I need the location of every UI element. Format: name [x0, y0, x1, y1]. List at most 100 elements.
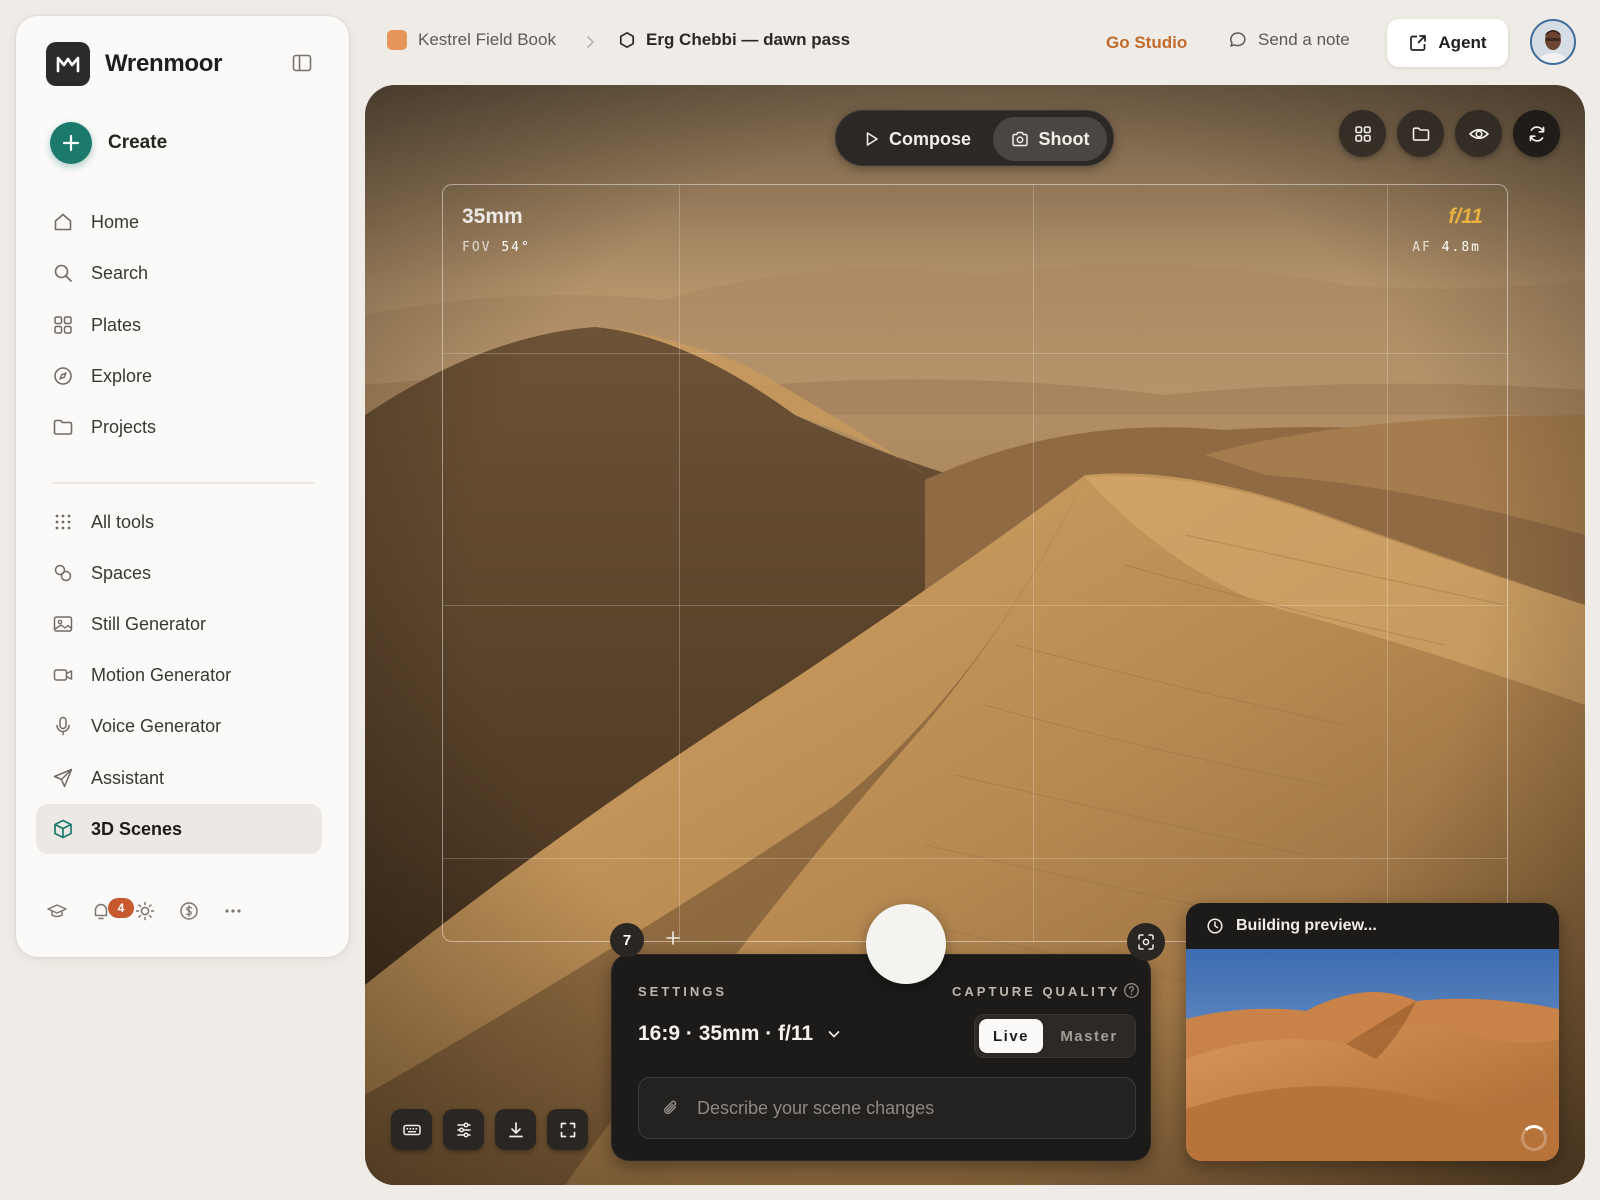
focus-target-button[interactable] — [1127, 923, 1165, 961]
grid-icon — [51, 313, 75, 337]
cube-icon — [51, 817, 75, 841]
folder-button[interactable] — [1397, 110, 1444, 157]
spaces-icon — [51, 561, 75, 585]
fullscreen-button[interactable] — [547, 1109, 588, 1150]
nav-label: Explore — [91, 365, 153, 386]
nav-label: Still Generator — [91, 613, 207, 634]
mode-toggle: Compose Shoot — [835, 110, 1114, 166]
send-note-button[interactable]: Send a note — [1228, 30, 1350, 50]
keyboard-button[interactable] — [391, 1109, 432, 1150]
nav-label: Spaces — [91, 562, 152, 583]
plus-icon — [50, 122, 92, 164]
nav-item-all-tools[interactable]: All tools — [36, 498, 322, 546]
quality-option-master[interactable]: Master — [1047, 1019, 1131, 1053]
create-label: Create — [108, 132, 168, 153]
mode-shoot[interactable]: Shoot — [993, 117, 1107, 161]
sidebar-toggle-icon[interactable] — [291, 52, 315, 76]
breadcrumb-project[interactable]: Kestrel Field Book — [387, 30, 556, 50]
nav-item-assistant[interactable]: Assistant — [36, 754, 322, 802]
nav-label: Motion Generator — [91, 664, 232, 685]
scene-viewport[interactable]: Compose Shoot 35mm FOV 54° f/11 AF 4.8m … — [365, 85, 1585, 1185]
notification-badge: 4 — [108, 898, 134, 918]
more-icon[interactable] — [220, 898, 246, 924]
shot-count-badge[interactable]: 7 — [610, 923, 644, 957]
grid-view-button[interactable] — [1339, 110, 1386, 157]
sidebar-divider — [52, 482, 314, 484]
preview-card[interactable]: Building preview... — [1186, 903, 1559, 1161]
brand[interactable]: Wrenmoor — [46, 42, 222, 86]
user-avatar[interactable] — [1530, 19, 1576, 65]
capture-quality-toggle: Live Master — [974, 1014, 1136, 1058]
send-note-label: Send a note — [1258, 30, 1350, 49]
refresh-button[interactable] — [1513, 110, 1560, 157]
nav-item-spaces[interactable]: Spaces — [36, 549, 322, 597]
image-icon — [51, 612, 75, 636]
scene-prompt-input[interactable] — [697, 1097, 1117, 1119]
brand-logo-icon — [46, 42, 90, 86]
create-button[interactable]: Create — [50, 122, 167, 164]
clock-icon — [1206, 917, 1224, 935]
learn-icon[interactable] — [44, 898, 70, 924]
chevron-down-icon — [825, 1025, 843, 1043]
dots-grid-icon — [51, 510, 75, 534]
nav-item-3d-scenes[interactable]: 3D Scenes — [36, 804, 322, 854]
folder-icon — [1411, 124, 1431, 144]
capture-quality-heading: CAPTURE QUALITY — [952, 984, 1121, 999]
breadcrumb-scene[interactable]: Erg Chebbi — dawn pass — [618, 30, 850, 50]
video-icon — [51, 663, 75, 687]
go-studio-link[interactable]: Go Studio — [1106, 33, 1187, 53]
download-button[interactable] — [495, 1109, 536, 1150]
chat-bubble-icon — [1228, 30, 1248, 50]
scene-prompt-field[interactable] — [638, 1077, 1136, 1139]
help-icon[interactable] — [1123, 982, 1140, 999]
settings-panel: SETTINGS CAPTURE QUALITY 16:9 · 35mm · f… — [611, 954, 1151, 1161]
nav-label: Search — [91, 262, 149, 283]
mode-label: Compose — [888, 128, 971, 149]
keyboard-icon — [402, 1120, 422, 1140]
nav-item-still-generator[interactable]: Still Generator — [36, 600, 322, 648]
chevron-right-icon — [584, 33, 598, 51]
nav-label: Projects — [91, 416, 157, 437]
nav-item-projects[interactable]: Projects — [36, 403, 322, 451]
project-color-icon — [387, 30, 407, 50]
sliders-icon — [454, 1120, 474, 1140]
camera-preset-dropdown[interactable]: 16:9 · 35mm · f/11 — [638, 1022, 843, 1046]
mode-compose[interactable]: Compose — [844, 117, 992, 161]
nav-item-search[interactable]: Search — [36, 249, 322, 297]
refresh-icon — [1527, 124, 1547, 144]
mode-label: Shoot — [1038, 128, 1090, 149]
adjustments-button[interactable] — [443, 1109, 484, 1150]
currency-icon[interactable] — [176, 898, 202, 924]
nav-label: Home — [91, 211, 140, 232]
nav-item-home[interactable]: Home — [36, 198, 322, 246]
nav-item-explore[interactable]: Explore — [36, 352, 322, 400]
visibility-button[interactable] — [1455, 110, 1502, 157]
focal-length-readout: 35mm — [462, 205, 523, 228]
sun-icon[interactable] — [132, 898, 158, 924]
download-icon — [506, 1120, 526, 1140]
external-window-icon — [1408, 33, 1428, 53]
add-shot-icon[interactable] — [661, 926, 685, 950]
nav-label: Assistant — [91, 767, 165, 788]
nav-item-plates[interactable]: Plates — [36, 301, 322, 349]
focus-icon — [1136, 932, 1156, 952]
agent-label: Agent — [1438, 33, 1487, 52]
nav-item-motion-generator[interactable]: Motion Generator — [36, 651, 322, 699]
af-value: 4.8m — [1441, 240, 1481, 255]
eye-icon — [1468, 124, 1490, 144]
aperture-readout: f/11 — [1448, 205, 1483, 228]
grid-icon — [1353, 124, 1373, 144]
nav-item-voice-generator[interactable]: Voice Generator — [36, 702, 322, 750]
sidebar: Wrenmoor Create Home Search Plates Explo… — [16, 16, 349, 957]
send-icon — [51, 766, 75, 790]
loading-spinner — [1521, 1125, 1547, 1151]
compass-icon — [51, 364, 75, 388]
paperclip-icon[interactable] — [661, 1098, 681, 1118]
fov-label: FOV — [462, 240, 492, 255]
nav-label: Voice Generator — [91, 715, 222, 736]
quality-option-live[interactable]: Live — [979, 1019, 1043, 1053]
fov-value: 54° — [501, 240, 531, 255]
shutter-button[interactable] — [866, 904, 946, 984]
home-icon — [51, 210, 75, 234]
agent-button[interactable]: Agent — [1387, 19, 1508, 67]
